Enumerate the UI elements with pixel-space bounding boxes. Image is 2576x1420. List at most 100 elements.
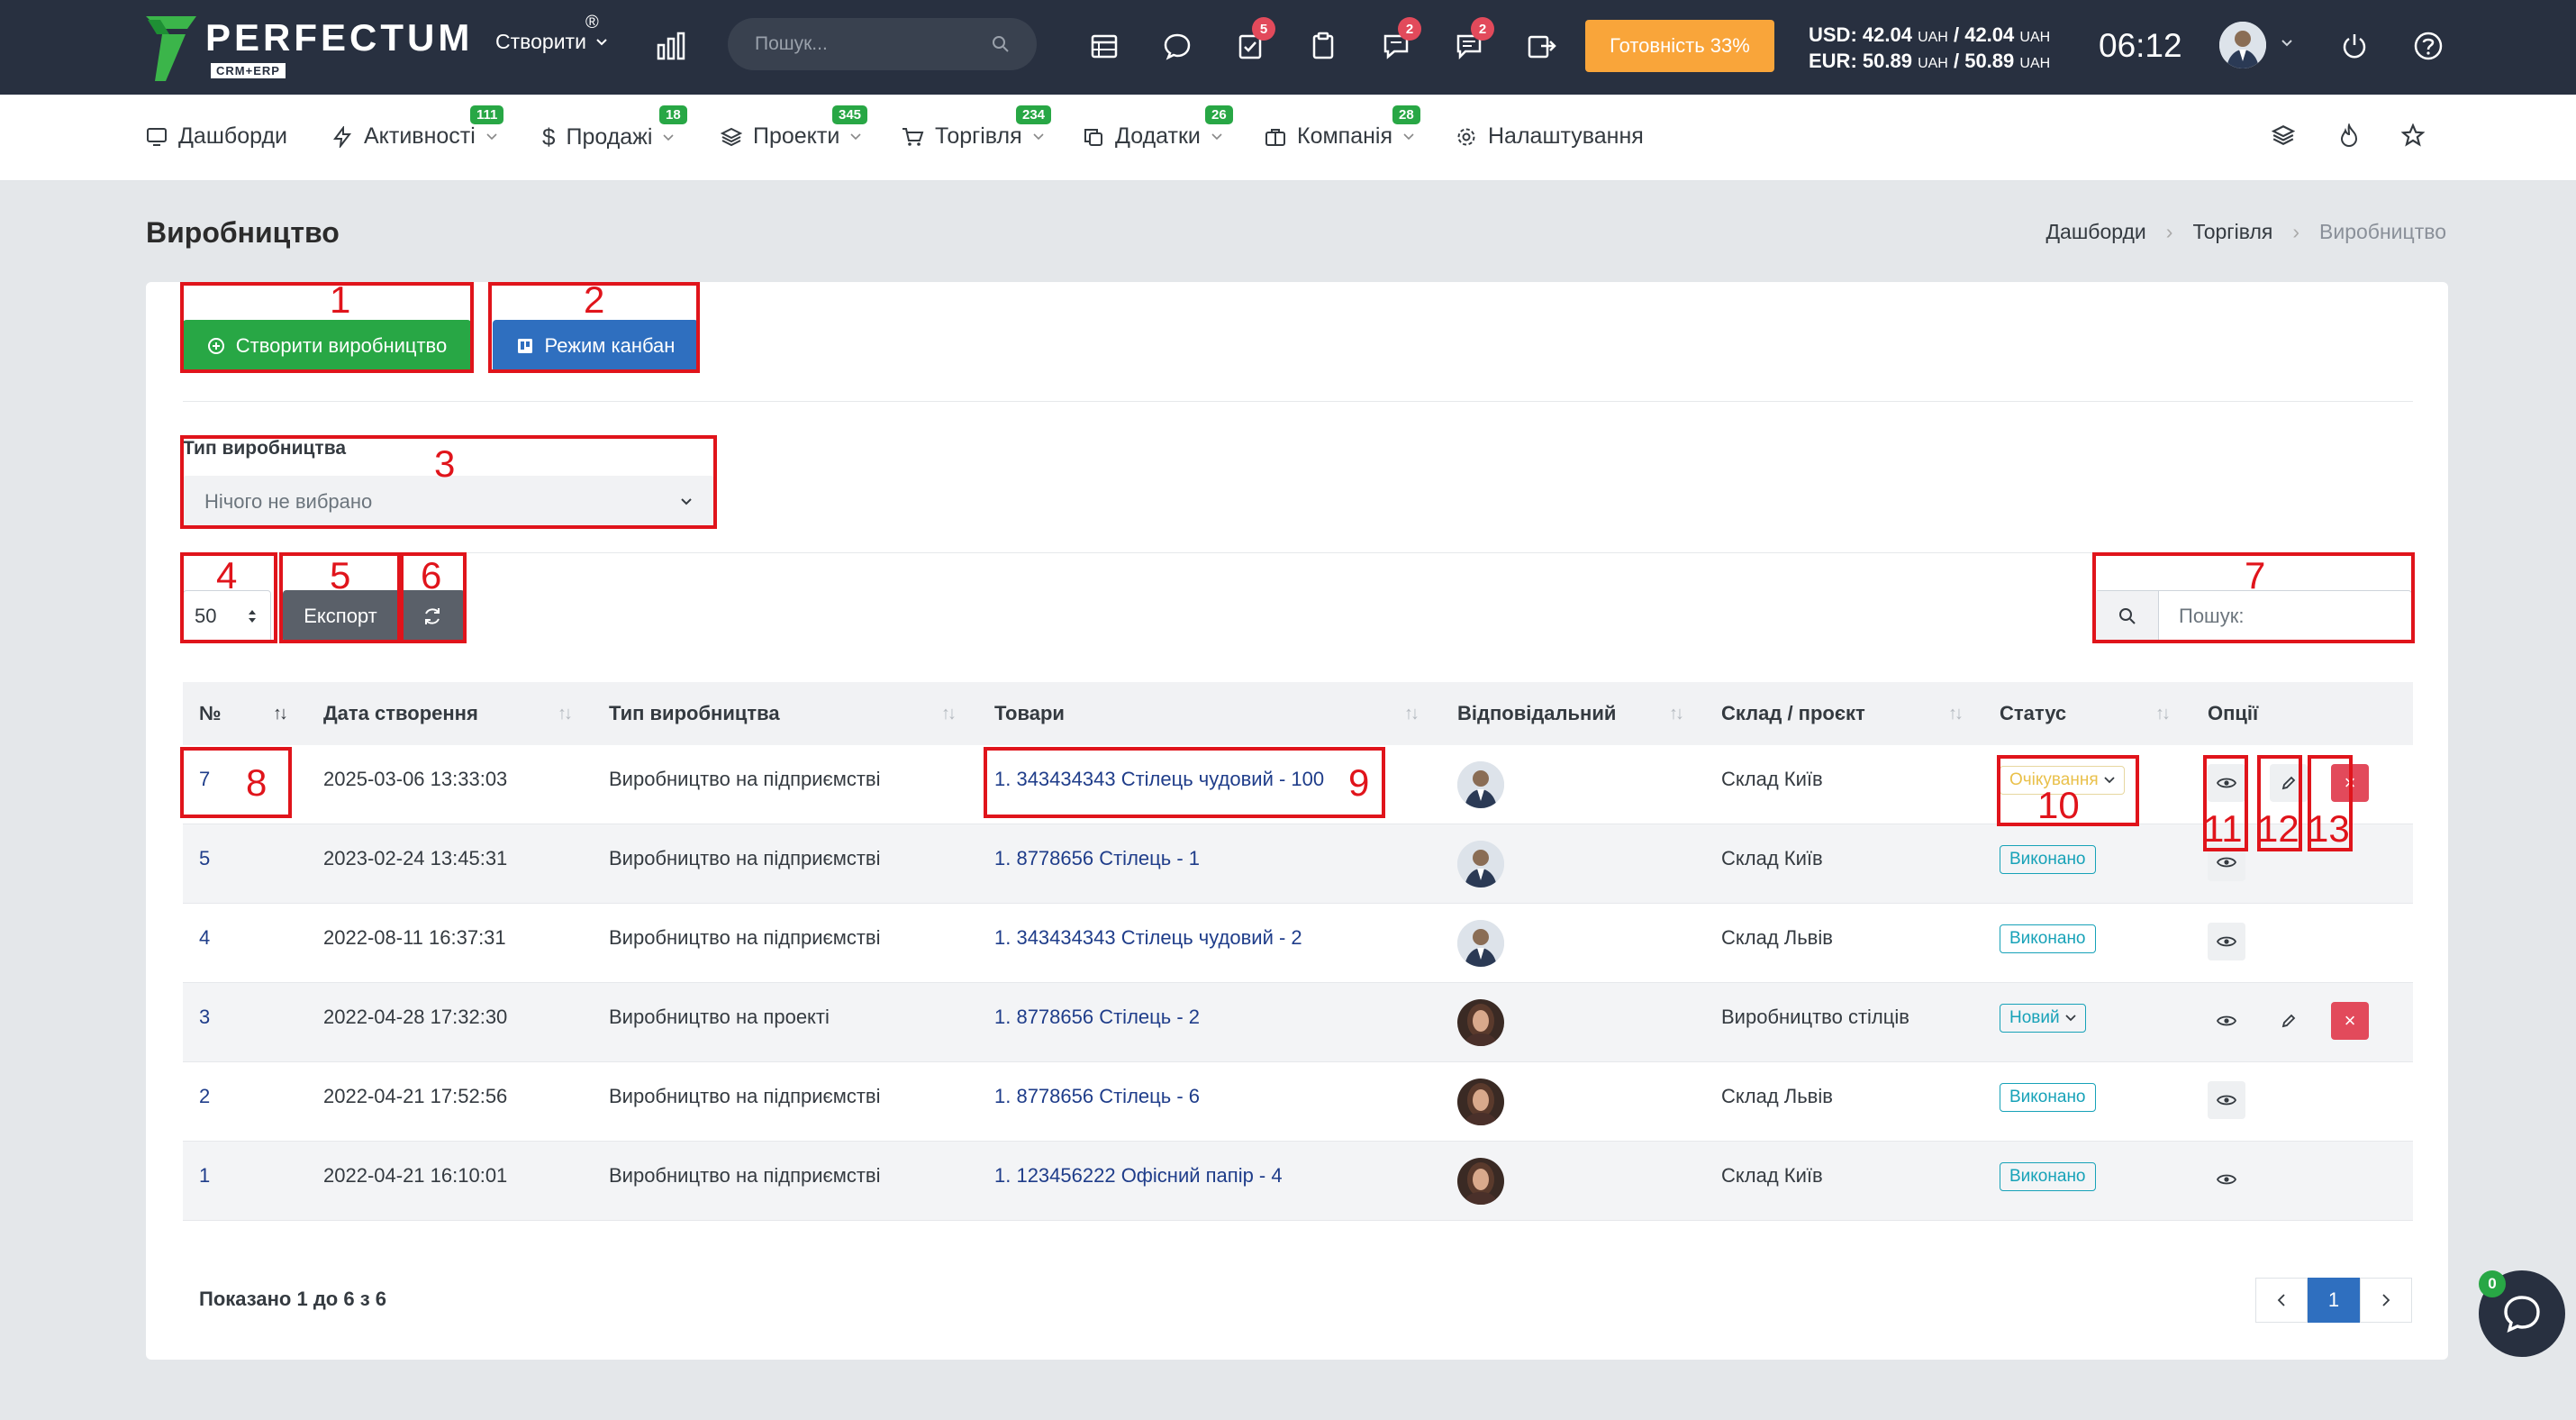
readiness-button[interactable]: Готовність 33% [1585, 20, 1774, 72]
edit-button[interactable] [2270, 1002, 2308, 1040]
breadcrumb-dashboards[interactable]: Дашборди [2045, 220, 2145, 244]
sort-icon[interactable]: ↑↓ [1948, 704, 1964, 724]
nav-sales-badge: 18 [659, 105, 687, 124]
avatar[interactable] [1457, 999, 1504, 1046]
logo[interactable]: PERFECTUM ® CRM+ERP [146, 13, 599, 81]
nav-settings[interactable]: Налаштування [1456, 123, 1644, 150]
col-status[interactable]: Статус [2000, 702, 2066, 725]
delete-button[interactable]: × [2331, 1002, 2369, 1040]
view-button[interactable] [2208, 1002, 2245, 1040]
row-id[interactable]: 5 [199, 847, 210, 870]
usd-unit-2: UAH [2019, 30, 2051, 45]
sort-icon[interactable]: ↑↓ [1669, 704, 1684, 724]
col-created[interactable]: Дата створення [323, 702, 478, 725]
eye-icon [2217, 1015, 2236, 1026]
avatar[interactable] [1457, 1158, 1504, 1205]
avatar[interactable] [1457, 841, 1504, 888]
sort-icon[interactable]: ↑↓ [1404, 704, 1420, 724]
annotation-label-7: 7 [2245, 554, 2266, 596]
star-icon[interactable] [2400, 123, 2426, 151]
flame-icon[interactable] [2338, 122, 2360, 151]
nav-dashboards-label: Дашборди [178, 123, 287, 149]
messages-icon[interactable]: 2 [1451, 17, 1494, 64]
prev-page-button[interactable] [2255, 1278, 2308, 1323]
row-id[interactable]: 2 [199, 1085, 210, 1108]
col-type[interactable]: Тип виробництва [609, 702, 780, 725]
clipboard-icon[interactable] [1305, 28, 1341, 64]
row-date: 2022-08-11 16:37:31 [323, 926, 506, 949]
row-id[interactable]: 1 [199, 1164, 210, 1188]
user-menu-chevron-icon[interactable] [2281, 36, 2293, 52]
status-label: Виконано [2009, 929, 2086, 948]
row-goods[interactable]: 1. 8778656 Стілець - 6 [994, 1085, 1200, 1108]
col-responsible[interactable]: Відповідальний [1457, 702, 1616, 725]
annotation-label-2: 2 [584, 278, 605, 321]
col-number[interactable]: № [199, 702, 222, 725]
annotation-label-6: 6 [421, 554, 442, 596]
user-avatar[interactable] [2219, 22, 2266, 68]
sort-icon[interactable]: ↑↓ [941, 704, 957, 724]
create-dropdown[interactable]: Створити [495, 30, 608, 54]
reports-chart-icon[interactable] [656, 31, 686, 66]
row-type: Виробництво на підприємстві [609, 847, 881, 869]
row-date: 2023-02-24 13:45:31 [323, 847, 508, 869]
breadcrumb-trade[interactable]: Торгівля [2192, 220, 2272, 244]
nav-sales[interactable]: $ Продажі 18 [542, 105, 687, 151]
row-id[interactable]: 3 [199, 1006, 210, 1029]
power-icon[interactable] [2336, 28, 2372, 64]
logo-text: PERFECTUM [205, 16, 474, 59]
row-goods[interactable]: 1. 8778656 Стілець - 2 [994, 1006, 1200, 1029]
sort-icon[interactable]: ↑↓ [558, 704, 573, 724]
next-page-button[interactable] [2360, 1278, 2412, 1323]
status-label: Виконано [2009, 1167, 2086, 1186]
sort-icon[interactable]: ↑↓ [273, 704, 288, 724]
team-chat-icon[interactable]: 2 [1378, 17, 1421, 64]
nav-activities[interactable]: Активності 111 [331, 105, 504, 150]
avatar[interactable] [1457, 1079, 1504, 1125]
row-date: 2022-04-21 17:52:56 [323, 1085, 508, 1107]
row-warehouse: Склад Київ [1721, 768, 1823, 790]
table-row: 4 2022-08-11 16:37:31 Виробництво на під… [183, 904, 2413, 983]
row-goods[interactable]: 1. 123456222 Офісний папір - 4 [994, 1164, 1283, 1188]
nav-dashboards[interactable]: Дашборди [146, 123, 287, 150]
annotation-label-11: 11 [2203, 807, 2243, 850]
row-goods[interactable]: 1. 343434343 Стілець чудовий - 2 [994, 926, 1302, 950]
help-icon[interactable] [2410, 28, 2446, 64]
team-chat-badge: 2 [1398, 17, 1421, 41]
nav-addons[interactable]: Додатки 26 [1083, 105, 1233, 150]
calendar-icon[interactable] [1086, 28, 1122, 64]
chat-bubble-icon[interactable] [1159, 28, 1195, 64]
col-goods[interactable]: Товари [994, 702, 1065, 725]
view-button[interactable] [2208, 923, 2245, 960]
col-warehouse[interactable]: Склад / проєкт [1721, 702, 1865, 725]
eur-rate-2: / 50.89 [1953, 50, 2015, 72]
annotation-label-13: 13 [2308, 807, 2350, 850]
nav-addons-badge: 26 [1205, 105, 1233, 124]
status-dropdown[interactable]: Новий [2000, 1004, 2086, 1033]
row-goods[interactable]: 1. 8778656 Стілець - 1 [994, 847, 1200, 870]
sort-icon[interactable]: ↑↓ [2155, 704, 2171, 724]
breadcrumb-current: Виробництво [2319, 220, 2446, 243]
nav-projects[interactable]: Проекти 345 [721, 105, 868, 150]
nav-sales-label: Продажі [566, 124, 653, 150]
header-search-input[interactable]: Пошук... [728, 18, 1037, 70]
chat-icon [2504, 1296, 2540, 1333]
eye-icon [2217, 1095, 2236, 1106]
layers-toggle-icon[interactable] [2271, 123, 2296, 151]
annotation-box-1 [180, 282, 474, 373]
row-id[interactable]: 4 [199, 926, 210, 950]
avatar[interactable] [1457, 920, 1504, 967]
page-button[interactable]: 1 [2308, 1278, 2360, 1323]
view-button[interactable] [2208, 1161, 2245, 1198]
nav-company[interactable]: Компанія 28 [1265, 105, 1420, 150]
share-out-icon[interactable] [1524, 28, 1560, 64]
dollar-icon: $ [542, 123, 556, 150]
view-button[interactable] [2208, 1081, 2245, 1119]
chevron-down-icon [2064, 1015, 2076, 1022]
nav-trade[interactable]: Торгівля 234 [901, 105, 1052, 150]
tasks-icon[interactable]: 5 [1232, 17, 1275, 64]
avatar[interactable] [1457, 761, 1504, 808]
table-row: 3 2022-04-28 17:32:30 Виробництво на про… [183, 983, 2413, 1062]
status-badge: Виконано [2000, 924, 2096, 953]
row-type: Виробництво на підприємстві [609, 768, 881, 790]
